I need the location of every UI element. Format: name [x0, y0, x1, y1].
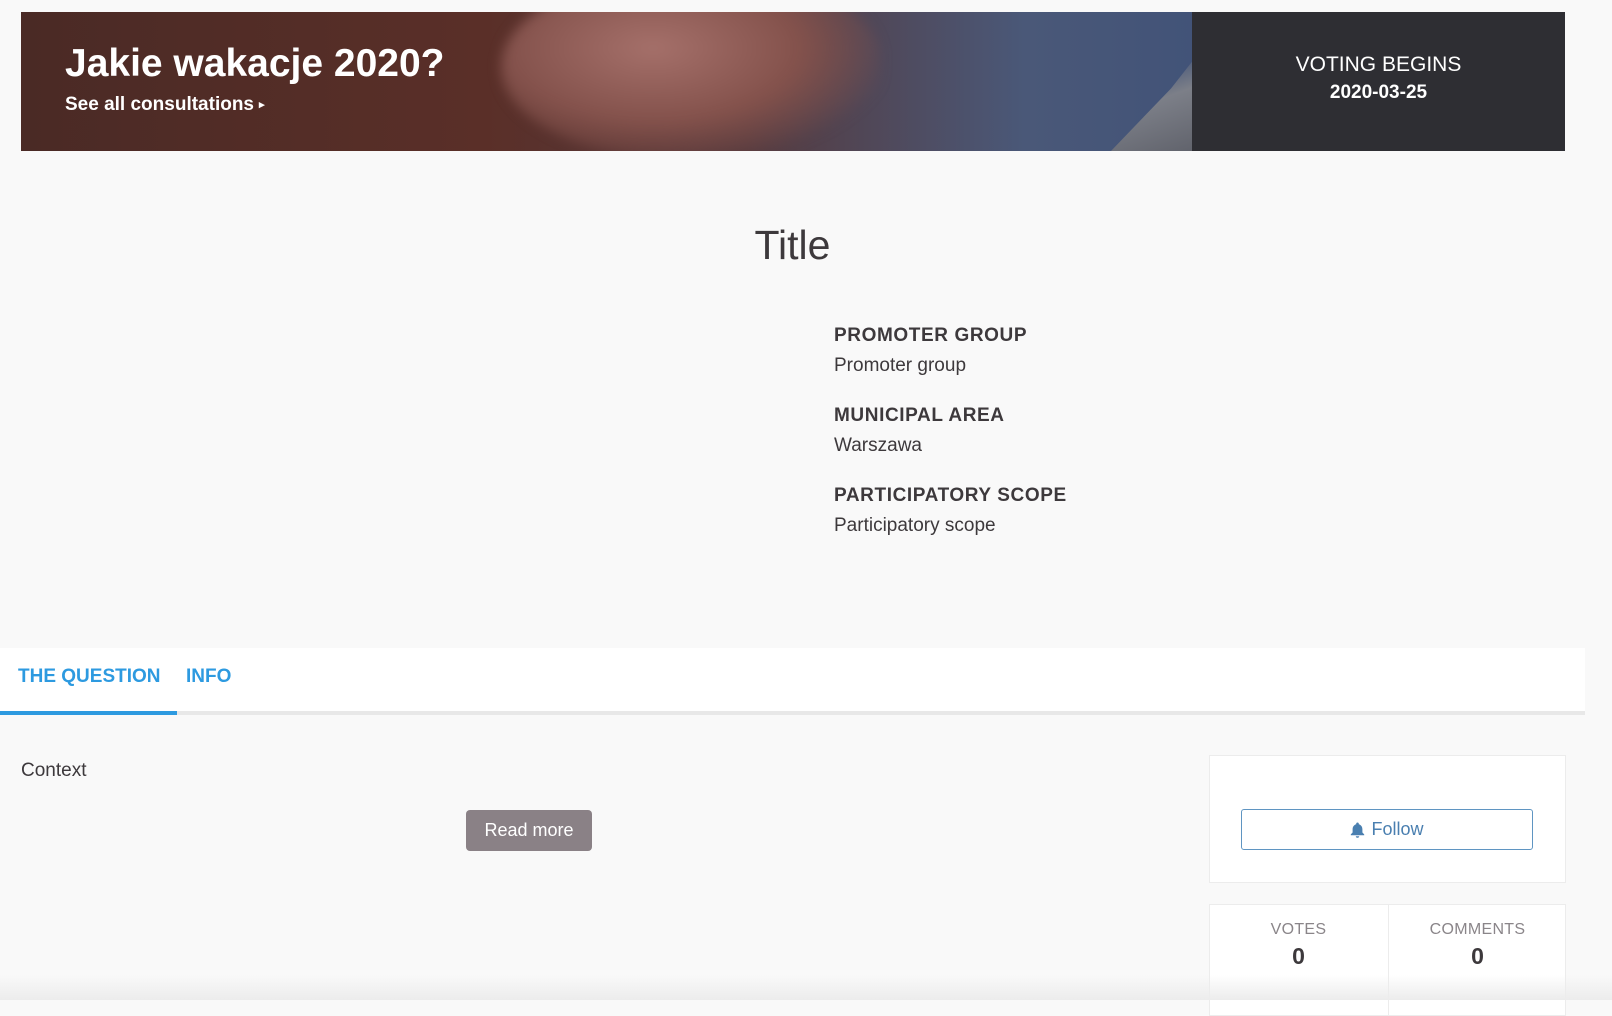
- meta-value: Promoter group: [834, 355, 967, 376]
- question-metadata: PROMOTER GROUP Promoter group MUNICIPAL …: [834, 325, 1067, 565]
- voting-begins-panel: VOTING BEGINS 2020-03-25: [1192, 12, 1565, 151]
- meta-participatory-scope: PARTICIPATORY SCOPE Participatory scope: [834, 485, 1067, 565]
- see-all-consultations-label: See all consultations: [65, 94, 254, 115]
- meta-value: Warszawa: [834, 435, 922, 456]
- tab-bar: THE QUESTION INFO: [0, 648, 1585, 715]
- question-context: Context: [21, 760, 87, 781]
- comments-count: 0: [1471, 943, 1484, 969]
- tab-the-question[interactable]: THE QUESTION: [0, 648, 177, 715]
- meta-label: MUNICIPAL AREA: [834, 405, 1005, 426]
- follow-button[interactable]: Follow: [1241, 809, 1533, 850]
- meta-municipal-area: MUNICIPAL AREA Warszawa: [834, 405, 1067, 485]
- votes-label: VOTES: [1270, 921, 1327, 938]
- meta-value: Participatory scope: [834, 515, 996, 536]
- meta-promoter-group: PROMOTER GROUP Promoter group: [834, 325, 1067, 405]
- page-title: Title: [754, 222, 831, 268]
- bottom-fade: [0, 975, 1612, 1000]
- consultation-hero-banner: Jakie wakacje 2020? See all consultation…: [21, 12, 1565, 151]
- read-more-button[interactable]: Read more: [466, 810, 592, 851]
- meta-label: PARTICIPATORY SCOPE: [834, 485, 1067, 506]
- bell-icon: [1351, 822, 1365, 838]
- voting-begins-label: VOTING BEGINS: [1295, 53, 1462, 76]
- consultation-title: Jakie wakacje 2020?: [65, 42, 445, 85]
- follow-label: Follow: [1371, 819, 1424, 839]
- arrow-right-icon: ▸: [259, 99, 265, 111]
- meta-label: PROMOTER GROUP: [834, 325, 1028, 346]
- votes-count: 0: [1292, 943, 1305, 969]
- hero-background-image: [501, 12, 881, 151]
- follow-card: Follow: [1209, 755, 1566, 883]
- comments-label: COMMENTS: [1429, 921, 1526, 938]
- voting-begins-date: 2020-03-25: [1329, 82, 1428, 103]
- see-all-consultations-link[interactable]: See all consultations ▸: [65, 94, 265, 116]
- tab-info[interactable]: INFO: [186, 648, 231, 711]
